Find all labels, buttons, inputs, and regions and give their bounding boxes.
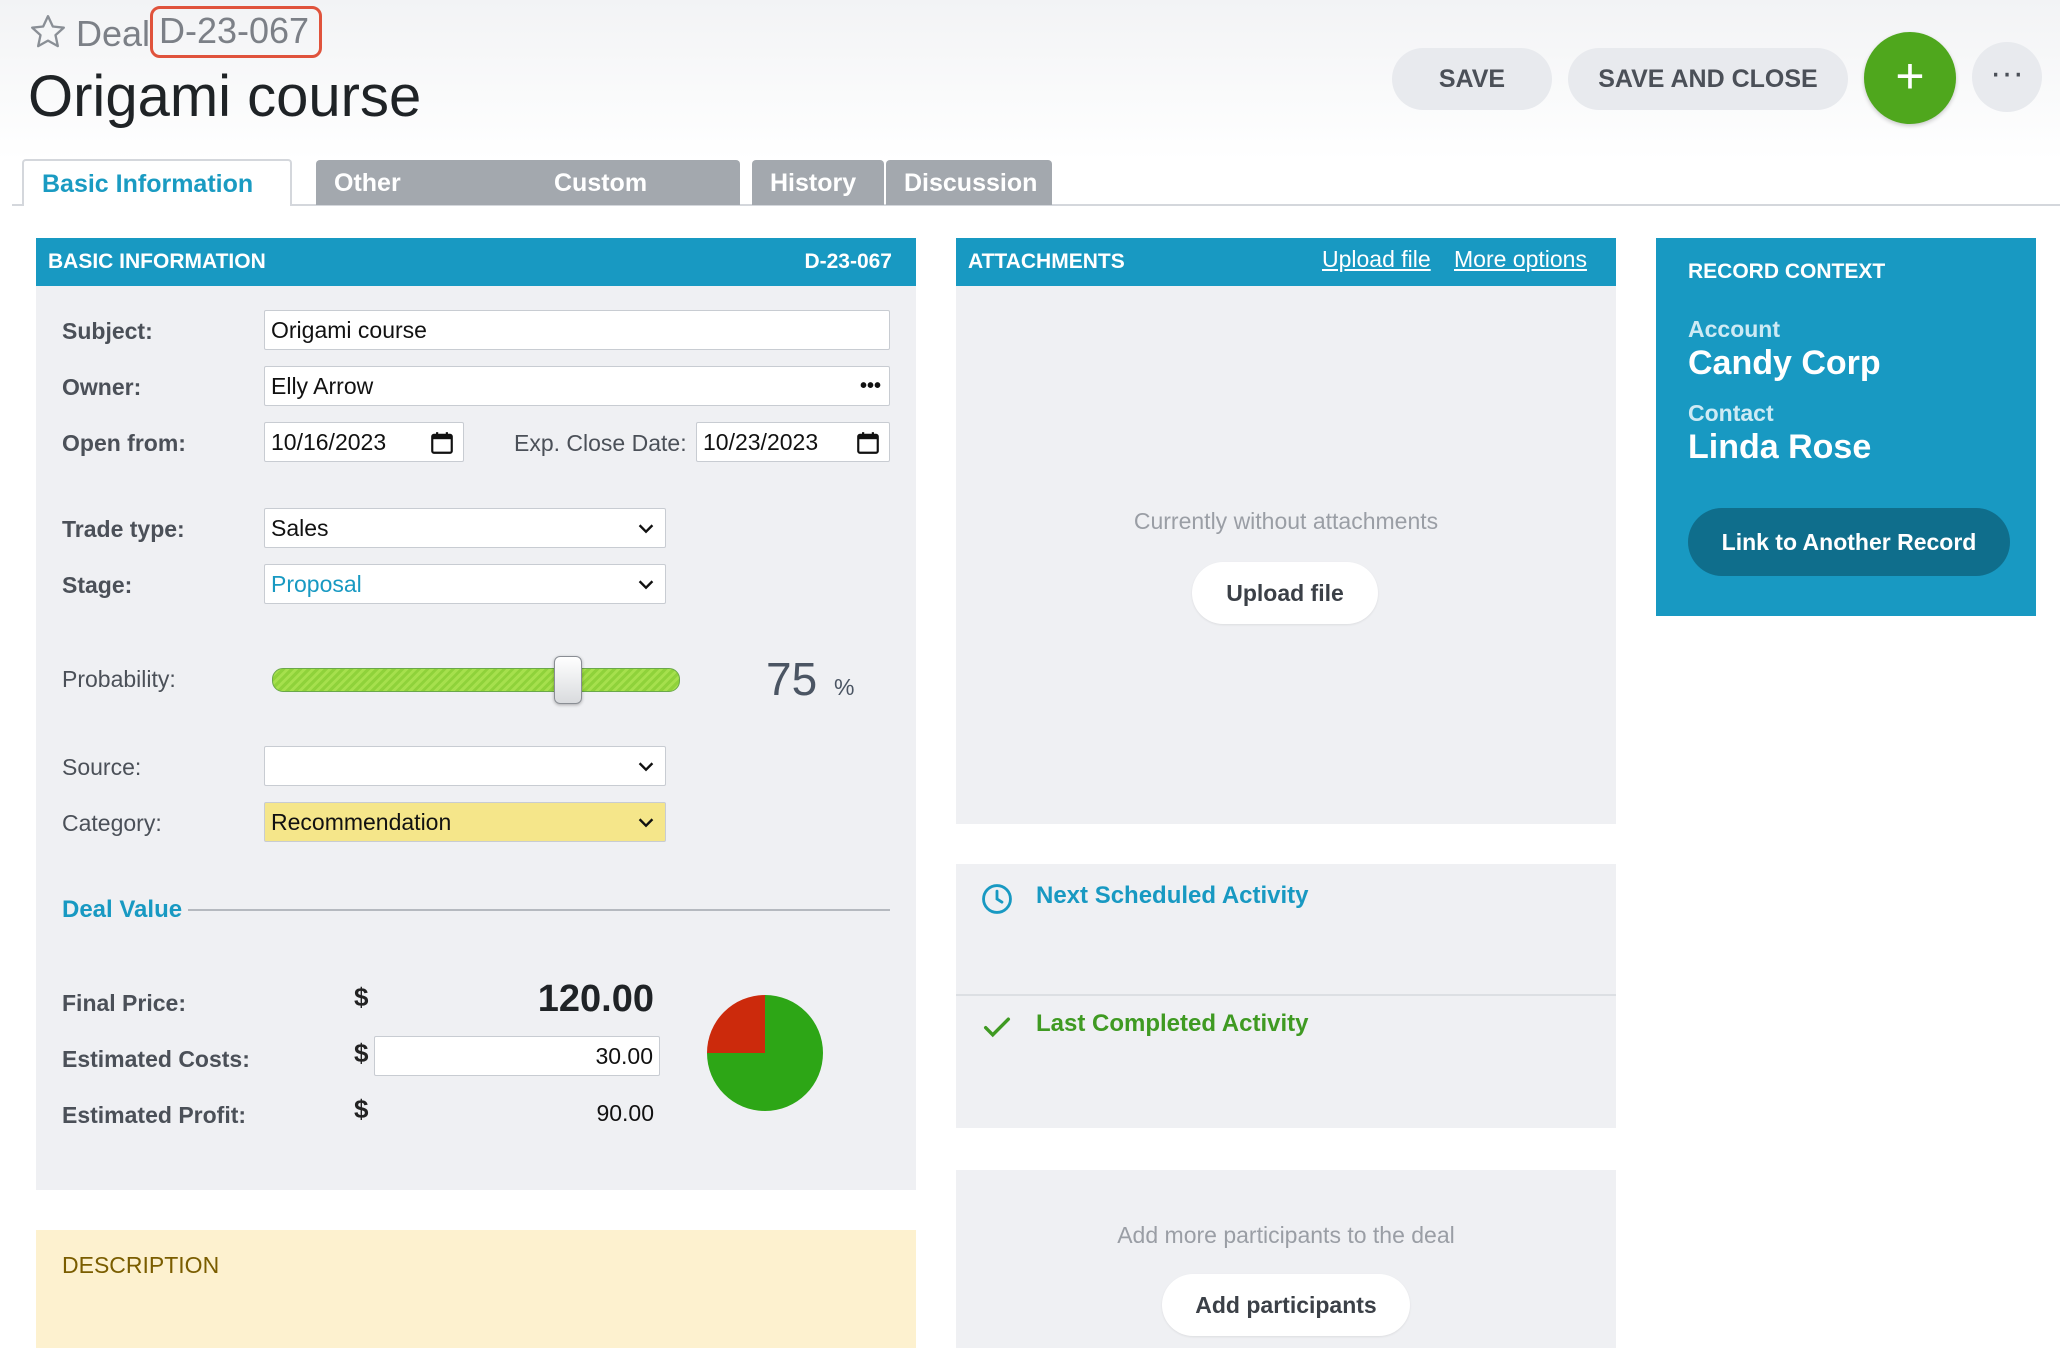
tab-discussion[interactable]: Discussion: [886, 160, 1052, 205]
chevron-down-icon: [638, 818, 654, 828]
exp-close-date-input[interactable]: 10/23/2023: [696, 422, 890, 462]
owner-value: Elly Arrow: [271, 373, 374, 399]
final-price-value: 120.00: [537, 978, 654, 1020]
estimated-costs-label: Estimated Costs:: [62, 1046, 250, 1072]
account-label: Account: [1688, 316, 1780, 342]
pie-slice-costs: [707, 995, 765, 1053]
record-context-header: RECORD CONTEXT: [1688, 260, 1886, 283]
estimated-costs-input[interactable]: 30.00: [374, 1036, 660, 1076]
deal-value-heading: Deal Value: [62, 896, 183, 923]
tab-custom-fields[interactable]: Custom Fields: [536, 160, 740, 243]
panel-title: BASIC INFORMATION: [48, 250, 266, 273]
category-select[interactable]: Recommendation: [264, 802, 666, 842]
save-button[interactable]: SAVE: [1392, 48, 1552, 110]
category-label: Category:: [62, 810, 162, 836]
next-scheduled-activity[interactable]: Next Scheduled Activity: [1036, 882, 1309, 910]
last-completed-activity[interactable]: Last Completed Activity: [1036, 1010, 1309, 1038]
estimated-profit-currency: $: [354, 1094, 369, 1124]
star-icon[interactable]: [28, 12, 68, 52]
open-from-date-input[interactable]: 10/16/2023: [264, 422, 464, 462]
tab-basic-information[interactable]: Basic Information: [22, 159, 292, 206]
add-icon[interactable]: +: [1864, 32, 1956, 124]
owner-input[interactable]: Elly Arrow •••: [264, 366, 890, 406]
attachments-header: ATTACHMENTS Upload file More options: [956, 238, 1616, 286]
tab-history[interactable]: History: [752, 160, 884, 205]
subject-input[interactable]: Origami course: [264, 310, 890, 350]
trade-type-value: Sales: [271, 515, 329, 541]
description-panel: [36, 1230, 916, 1348]
source-select[interactable]: [264, 746, 666, 786]
contact-label: Contact: [1688, 400, 1774, 426]
panel-title: ATTACHMENTS: [968, 250, 1125, 273]
panel-record-id: D-23-067: [804, 250, 892, 273]
chevron-down-icon: [638, 524, 654, 534]
open-from-label: Open from:: [62, 430, 186, 456]
add-participants-button[interactable]: Add participants: [1162, 1274, 1410, 1336]
trade-type-label: Trade type:: [62, 516, 185, 542]
stage-value: Proposal: [271, 571, 362, 597]
calendar-icon[interactable]: [429, 430, 455, 456]
page-title: Origami course: [28, 64, 422, 129]
owner-label: Owner:: [62, 374, 142, 400]
estimated-costs-currency: $: [354, 1038, 369, 1068]
checkmark-icon: [983, 1017, 1011, 1038]
chevron-down-icon: [638, 580, 654, 590]
exp-close-date-label: Exp. Close Date:: [514, 430, 687, 456]
attachments-empty-text: Currently without attachments: [1133, 508, 1439, 534]
contact-value[interactable]: Linda Rose: [1688, 428, 1871, 467]
description-header: DESCRIPTION: [62, 1252, 220, 1278]
estimated-profit-value: 90.00: [596, 1100, 654, 1126]
probability-label: Probability:: [62, 666, 176, 692]
probability-value: 75: [766, 653, 818, 705]
source-label: Source:: [62, 754, 142, 780]
more-options-link[interactable]: More options: [1454, 235, 1587, 283]
trade-type-select[interactable]: Sales: [264, 508, 666, 548]
account-value[interactable]: Candy Corp: [1688, 344, 1881, 383]
category-value: Recommendation: [271, 809, 452, 835]
subject-label: Subject:: [62, 318, 153, 344]
probability-slider-track[interactable]: [272, 668, 680, 692]
probability-slider-handle[interactable]: [554, 656, 582, 704]
chevron-down-icon: [638, 762, 654, 772]
save-and-close-button[interactable]: SAVE AND CLOSE: [1568, 48, 1848, 110]
final-price-currency: $: [354, 982, 369, 1012]
clock-icon: [982, 884, 1012, 914]
exp-close-date-value: 10/23/2023: [703, 429, 819, 455]
participants-text: Add more participants to the deal: [1117, 1222, 1455, 1248]
deal-value-pie-chart: [707, 995, 823, 1111]
record-type-label: Deal: [76, 13, 151, 54]
upload-file-button[interactable]: Upload file: [1192, 562, 1378, 624]
estimated-profit-label: Estimated Profit:: [62, 1102, 247, 1128]
final-price-label: Final Price:: [62, 990, 186, 1016]
tab-other-information[interactable]: Other Information: [316, 160, 560, 243]
deal-value-divider: [188, 909, 890, 911]
stage-select[interactable]: Proposal: [264, 564, 666, 604]
activities-divider: [956, 994, 1616, 996]
record-id: D-23-067: [150, 6, 323, 58]
upload-file-link[interactable]: Upload file: [1322, 235, 1431, 283]
basic-information-header: BASIC INFORMATION D-23-067: [36, 238, 916, 286]
open-from-value: 10/16/2023: [271, 429, 387, 455]
calendar-icon[interactable]: [855, 430, 881, 456]
stage-label: Stage:: [62, 572, 133, 598]
more-options-icon[interactable]: ···: [1972, 42, 2042, 112]
link-to-another-record-button[interactable]: Link to Another Record: [1688, 508, 2010, 576]
probability-unit: %: [834, 674, 855, 700]
owner-more-icon[interactable]: •••: [860, 367, 881, 405]
